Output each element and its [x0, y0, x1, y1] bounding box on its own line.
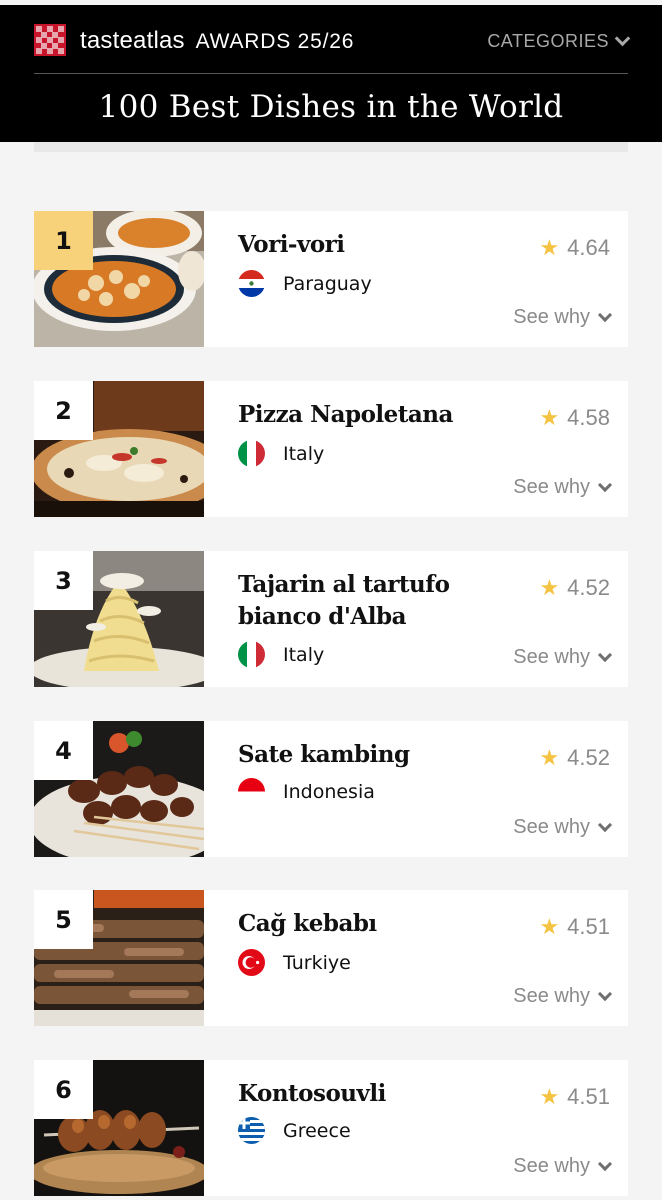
rank-badge: 6 [34, 1060, 93, 1119]
rating-value: 4.51 [567, 1084, 610, 1109]
dish-name[interactable]: Pizza Napoletana [238, 399, 498, 431]
country-name: Paraguay [283, 272, 372, 295]
chevron-down-icon [597, 307, 613, 322]
see-why-button[interactable]: See why [513, 985, 613, 1008]
star-icon: ★ [539, 575, 560, 600]
dish-image[interactable]: 2 [34, 381, 204, 517]
italy-flag-icon [238, 641, 265, 668]
star-icon: ★ [539, 1084, 560, 1109]
see-why-label: See why [513, 646, 590, 668]
rating-value: 4.58 [567, 405, 610, 430]
chevron-down-icon [597, 647, 613, 662]
dish-rating: ★ 4.58 [539, 405, 610, 431]
rating-value: 4.52 [567, 575, 610, 600]
rank-badge: 5 [34, 890, 93, 949]
dish-country[interactable]: Italy [238, 641, 324, 668]
dish-card[interactable]: 3 Tajarin al tartufo bianco d'Alba Italy… [34, 551, 628, 687]
dish-image[interactable]: 1 [34, 211, 204, 347]
dish-country[interactable]: Paraguay [238, 270, 372, 297]
dish-rating: ★ 4.51 [539, 914, 610, 940]
dish-image[interactable]: 3 [34, 551, 204, 687]
header-bar: tasteatlas AWARDS 25/26 CATEGORIES 100 B… [0, 5, 662, 142]
rank-badge: 1 [34, 211, 93, 270]
dish-card[interactable]: 2 Pizza Napoletana Italy ★ 4.58 See why [34, 381, 628, 517]
see-why-button[interactable]: See why [513, 816, 613, 839]
star-icon: ★ [539, 745, 560, 770]
categories-label: CATEGORIES [487, 31, 609, 51]
page-title: 100 Best Dishes in the World [98, 89, 564, 125]
chevron-down-icon [597, 1156, 613, 1171]
rank-badge: 3 [34, 551, 93, 610]
star-icon: ★ [539, 235, 560, 260]
brand-name: tasteatlas [80, 27, 185, 54]
dish-country[interactable]: Greece [238, 1117, 351, 1144]
title-underline [34, 142, 628, 152]
dish-image[interactable]: 4 [34, 721, 204, 857]
rating-value: 4.51 [567, 914, 610, 939]
rank-badge: 2 [34, 381, 93, 440]
country-name: Italy [283, 442, 325, 465]
chevron-down-icon [597, 986, 613, 1001]
brand-awards: AWARDS 25/26 [195, 30, 355, 53]
rank-badge: 4 [34, 721, 93, 780]
italy-flag-icon [238, 440, 265, 467]
dish-rating: ★ 4.52 [539, 745, 610, 771]
see-why-label: See why [513, 1155, 590, 1177]
dish-image[interactable]: 6 [34, 1060, 204, 1196]
dish-name[interactable]: Vori-vori [238, 229, 498, 261]
see-why-label: See why [513, 476, 590, 498]
dish-name[interactable]: Sate kambing [238, 739, 498, 771]
header-divider [34, 73, 628, 74]
dish-name[interactable]: Kontosouvli [238, 1078, 498, 1110]
dish-card[interactable]: 5 Cağ kebabı Turkiye ★ 4.51 See why [34, 890, 628, 1026]
country-name: Turkiye [283, 951, 351, 974]
indonesia-flag-icon [238, 778, 265, 805]
chevron-down-icon [597, 477, 613, 492]
country-name: Greece [283, 1119, 351, 1142]
see-why-label: See why [513, 306, 590, 328]
rating-value: 4.52 [567, 745, 610, 770]
see-why-button[interactable]: See why [513, 1155, 613, 1178]
chevron-down-icon [614, 30, 631, 47]
site-header: tasteatlas AWARDS 25/26 CATEGORIES 100 B… [0, 0, 662, 142]
dish-image[interactable]: 5 [34, 890, 204, 1026]
dish-name[interactable]: Tajarin al tartufo bianco d'Alba [238, 569, 498, 633]
brand-wordmark[interactable]: tasteatlas AWARDS 25/26 [80, 27, 354, 55]
country-name: Italy [283, 643, 325, 666]
dish-card[interactable]: 1 Vori-vori Paraguay ★ 4.64 See why [34, 211, 628, 347]
see-why-label: See why [513, 985, 590, 1007]
greece-flag-icon [238, 1117, 265, 1144]
see-why-label: See why [513, 816, 590, 838]
see-why-button[interactable]: See why [513, 476, 613, 499]
categories-menu-button[interactable]: CATEGORIES [487, 30, 631, 52]
country-name: Indonesia [283, 780, 375, 803]
dish-country[interactable]: Italy [238, 440, 324, 467]
turkiye-flag-icon [238, 949, 265, 976]
see-why-button[interactable]: See why [513, 646, 613, 669]
star-icon: ★ [539, 405, 560, 430]
dish-country[interactable]: Turkiye [238, 949, 351, 976]
tasteatlas-logo-icon[interactable] [34, 24, 66, 56]
dish-country[interactable]: Indonesia [238, 778, 375, 805]
star-icon: ★ [539, 914, 560, 939]
dish-card[interactable]: 6 Kontosouvli Greece ★ 4.51 See why [34, 1060, 628, 1196]
rating-value: 4.64 [567, 235, 610, 260]
dish-card[interactable]: 4 Sate kambing Indonesia ★ 4.52 See why [34, 721, 628, 857]
dish-rating: ★ 4.64 [539, 235, 610, 261]
chevron-down-icon [597, 817, 613, 832]
see-why-button[interactable]: See why [513, 306, 613, 329]
paraguay-flag-icon [238, 270, 265, 297]
dish-name[interactable]: Cağ kebabı [238, 908, 498, 940]
dish-rating: ★ 4.52 [539, 575, 610, 601]
dish-rating: ★ 4.51 [539, 1084, 610, 1110]
